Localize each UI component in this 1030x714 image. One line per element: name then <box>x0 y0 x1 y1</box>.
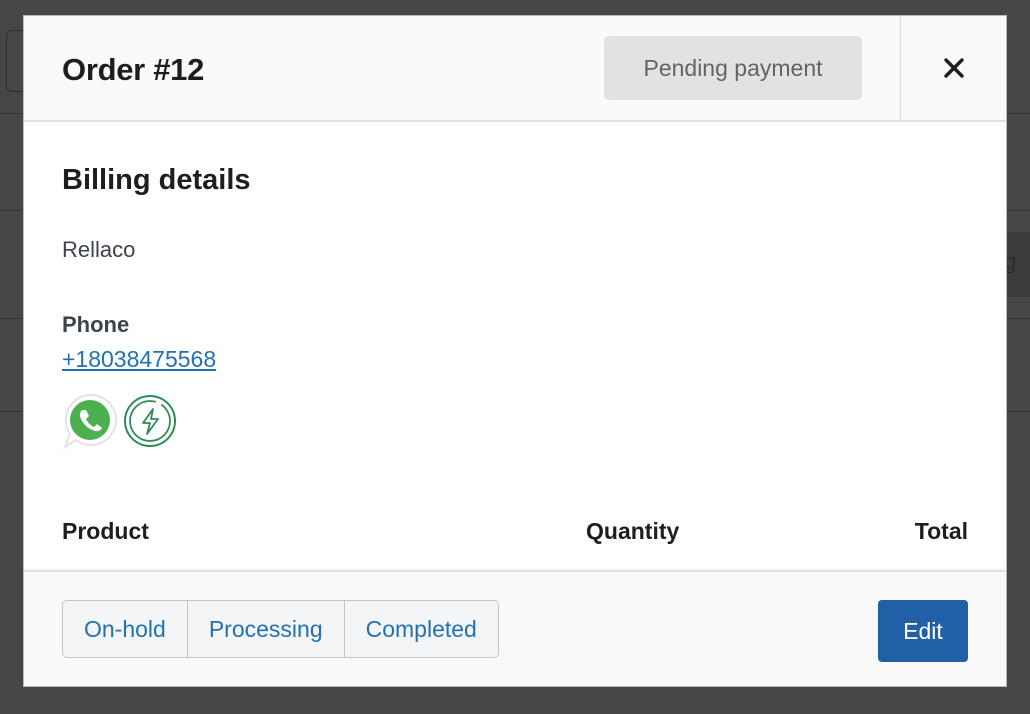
contact-icons <box>62 392 178 450</box>
background-status-chip: g <box>1004 232 1030 297</box>
billing-heading: Billing details <box>62 164 251 196</box>
phone-label: Phone <box>62 312 130 337</box>
order-preview-modal: Order #12 Pending payment Billing detail… <box>24 16 1006 686</box>
whatsapp-icon[interactable] <box>62 392 118 450</box>
edit-button[interactable]: Edit <box>878 600 968 662</box>
processing-button[interactable]: Processing <box>188 601 345 657</box>
column-header-quantity: Quantity <box>586 518 680 544</box>
lightning-icon[interactable] <box>122 392 178 450</box>
close-button[interactable] <box>900 16 1006 120</box>
modal-footer: On-hold Processing Completed Edit <box>24 570 1006 686</box>
billing-company: Rellaco <box>62 237 136 262</box>
on-hold-button[interactable]: On-hold <box>63 601 188 657</box>
column-header-total: Total <box>914 518 968 544</box>
status-button-group: On-hold Processing Completed <box>62 600 499 658</box>
completed-button[interactable]: Completed <box>345 601 498 657</box>
status-badge: Pending payment <box>604 36 862 100</box>
close-icon <box>943 58 964 78</box>
modal-title: Order #12 <box>62 52 205 87</box>
column-header-product: Product <box>62 518 149 544</box>
phone-link[interactable]: +18038475568 <box>62 346 216 373</box>
modal-header: Order #12 Pending payment <box>24 16 1006 122</box>
